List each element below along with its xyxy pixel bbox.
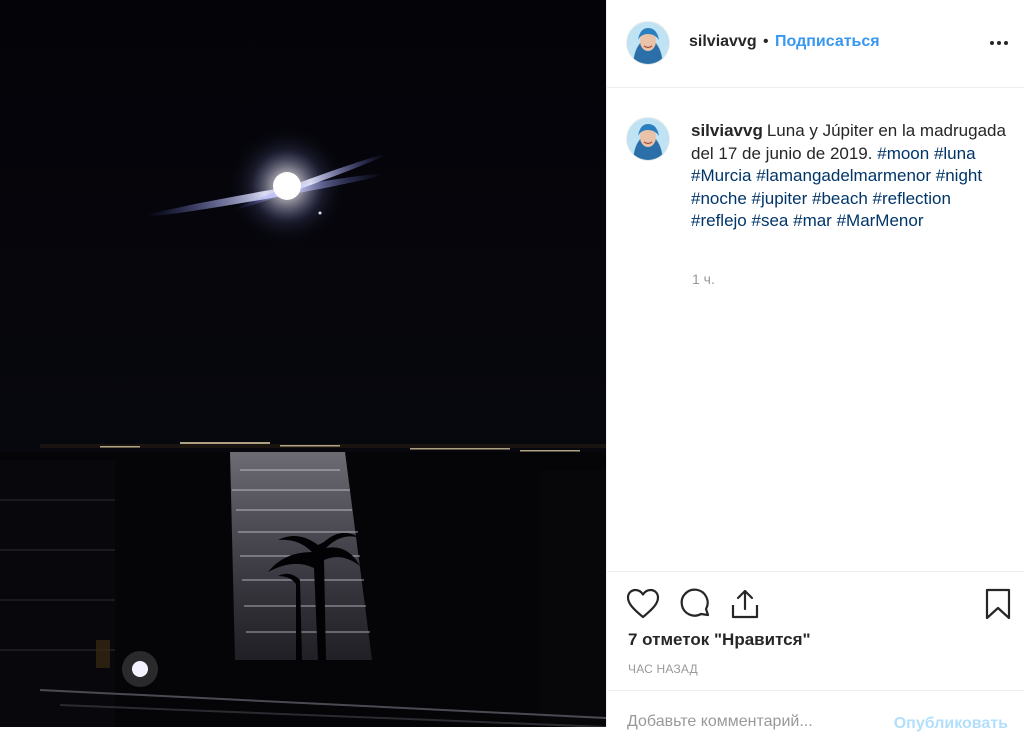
header-separator: • [763, 33, 769, 50]
likes-count[interactable]: 7 отметок "Нравится" [628, 630, 811, 650]
hashtag-link[interactable]: #beach [812, 189, 868, 208]
night-sea-moon-image [0, 0, 606, 727]
post-photo[interactable] [0, 0, 606, 727]
comment-bar: Опубликовать [607, 690, 1024, 733]
post-timestamp[interactable]: ЧАС НАЗАД [628, 662, 698, 676]
hashtag-link[interactable]: #mar [793, 211, 832, 230]
hashtag-link[interactable]: #sea [752, 211, 789, 230]
bookmark-icon[interactable] [980, 586, 1016, 622]
post-actions: 7 отметок "Нравится" ЧАС НАЗАД Опубликов… [607, 571, 1024, 733]
publish-button[interactable]: Опубликовать [894, 715, 1008, 733]
hashtag-link[interactable]: #Murcia [691, 166, 751, 185]
header-username-link[interactable]: silviavvg [689, 33, 757, 51]
hashtag-link[interactable]: #night [936, 166, 982, 185]
hashtag-link[interactable]: #reflejo [691, 211, 747, 230]
hashtag-link[interactable]: #lamangadelmarmenor [756, 166, 931, 185]
caption-username-link[interactable]: silviavvg [691, 121, 763, 140]
caption-timestamp[interactable]: 1 ч. [692, 271, 715, 287]
hashtag-link[interactable]: #jupiter [752, 189, 808, 208]
caption-avatar[interactable] [627, 118, 669, 160]
hashtag-link[interactable]: #moon [877, 144, 929, 163]
more-options-icon[interactable] [988, 34, 1010, 52]
caption-text: silviavvg Luna y Júpiter en la madrugada … [691, 120, 1011, 233]
heart-icon[interactable] [625, 586, 661, 622]
hashtag-link[interactable]: #noche [691, 189, 747, 208]
post-side-panel: silviavvg • Подписаться silviavvg Luna y … [606, 0, 1024, 733]
comment-input[interactable] [627, 713, 867, 731]
avatar-image [627, 118, 669, 160]
comment-icon[interactable] [677, 586, 713, 622]
hashtag-link[interactable]: #reflection [873, 189, 951, 208]
hashtag-link[interactable]: #MarMenor [837, 211, 924, 230]
share-icon[interactable] [727, 586, 763, 622]
follow-button[interactable]: Подписаться [775, 33, 880, 51]
post-header: silviavvg • Подписаться [607, 0, 1024, 88]
avatar-image [627, 22, 669, 64]
avatar[interactable] [627, 22, 669, 64]
hashtag-link[interactable]: #luna [934, 144, 976, 163]
